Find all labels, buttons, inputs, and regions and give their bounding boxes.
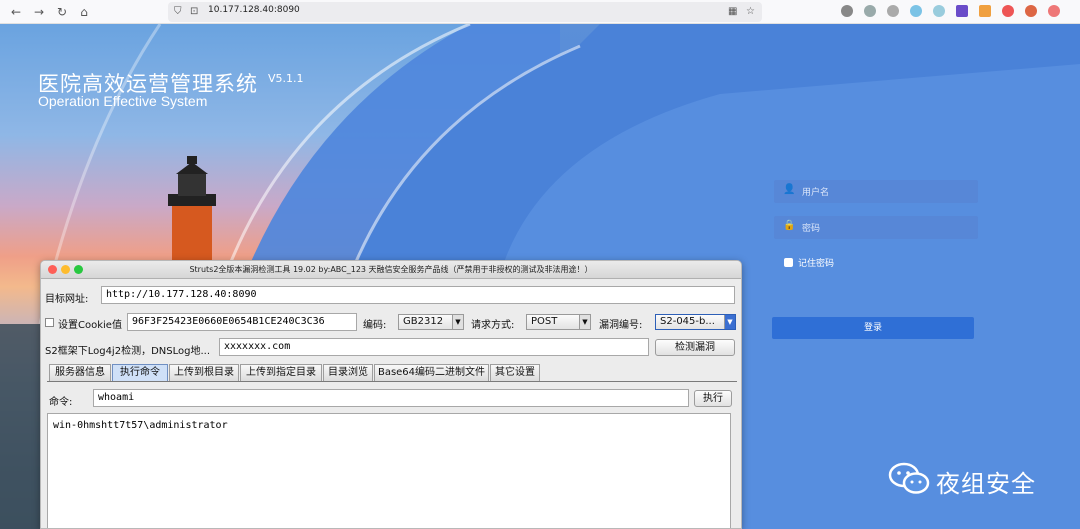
tab-execute-command[interactable]: 执行命令 xyxy=(112,364,168,381)
remember-password-checkbox[interactable] xyxy=(784,258,793,267)
address-bar[interactable]: ⛉ ⊡ 10.177.128.40:8090 ▦ ☆ xyxy=(168,2,762,22)
extension-circle-icon[interactable] xyxy=(910,5,922,17)
command-label: 命令: xyxy=(49,397,73,408)
login-button[interactable]: 登录 xyxy=(772,317,974,339)
vuln-id-label: 漏洞编号: xyxy=(599,320,643,331)
vuln-id-value: S2-045-b... xyxy=(660,316,715,327)
encoding-value: GB2312 xyxy=(403,316,444,327)
chevron-down-icon: ▼ xyxy=(724,315,735,329)
page-info-icon[interactable]: ⊡ xyxy=(190,6,198,17)
window-title: Struts2全版本漏洞检测工具 19.02 by:ABC_123 天融信安全服… xyxy=(189,265,593,274)
back-icon[interactable]: ← xyxy=(8,4,24,20)
method-select[interactable]: POST ▼ xyxy=(526,314,591,330)
extension-orange-icon[interactable] xyxy=(979,5,991,17)
cookie-input[interactable]: 96F3F25423E0660E0654B1CE240C3C36 xyxy=(127,313,357,331)
extension-link-icon[interactable] xyxy=(1048,5,1060,17)
tab-base64-encode[interactable]: Base64编码二进制文件 xyxy=(374,364,489,381)
extension-pin-icon[interactable] xyxy=(933,5,945,17)
wechat-icon xyxy=(888,462,930,494)
dnslog-label: S2框架下Log4j2检测，DNSLog地... xyxy=(45,346,210,357)
app-subtitle: Operation Effective System xyxy=(38,93,208,109)
command-input[interactable]: whoami xyxy=(93,389,689,407)
window-titlebar[interactable]: Struts2全版本漏洞检测工具 19.02 by:ABC_123 天融信安全服… xyxy=(41,261,741,279)
extension-crop-icon[interactable] xyxy=(864,5,876,17)
app-version: V5.1.1 xyxy=(268,72,304,85)
tab-upload-root[interactable]: 上传到根目录 xyxy=(169,364,239,381)
username-placeholder: 用户名 xyxy=(802,188,830,198)
lock-icon: 🔒 xyxy=(783,220,796,231)
reload-icon[interactable]: ↻ xyxy=(54,4,70,20)
cookie-value: 96F3F25423E0660E0654B1CE240C3C36 xyxy=(132,316,325,327)
target-url-label: 目标网址: xyxy=(45,294,89,305)
user-icon: 👤 xyxy=(783,184,796,195)
tab-directory-browse[interactable]: 目录浏览 xyxy=(323,364,373,381)
method-value: POST xyxy=(531,316,558,327)
chevron-down-icon: ▼ xyxy=(452,315,463,329)
execute-button[interactable]: 执行 xyxy=(694,390,732,407)
chevron-down-icon: ▼ xyxy=(579,315,590,329)
extension-chrome-icon[interactable] xyxy=(1002,5,1014,17)
tab-upload-directory[interactable]: 上传到指定目录 xyxy=(240,364,322,381)
dnslog-input[interactable]: xxxxxxx.com xyxy=(219,338,649,356)
extension-undo-icon[interactable] xyxy=(887,5,899,17)
home-icon[interactable]: ⌂ xyxy=(76,4,92,20)
url-text[interactable]: 10.177.128.40:8090 xyxy=(208,5,300,15)
struts2-tool-window: Struts2全版本漏洞检测工具 19.02 by:ABC_123 天融信安全服… xyxy=(40,260,742,529)
vuln-id-select[interactable]: S2-045-b... ▼ xyxy=(655,314,736,330)
qr-code-icon[interactable]: ▦ xyxy=(728,6,737,17)
username-input[interactable]: 👤 用户名 xyxy=(774,180,978,203)
command-output[interactable]: win-0hmshtt7t57\administrator xyxy=(47,413,731,528)
tab-other-settings[interactable]: 其它设置 xyxy=(490,364,540,381)
output-text: win-0hmshtt7t57\administrator xyxy=(53,420,228,431)
extension-gear-icon[interactable] xyxy=(1025,5,1037,17)
target-url-input[interactable]: http://10.177.128.40:8090 xyxy=(101,286,735,304)
tab-server-info[interactable]: 服务器信息 xyxy=(49,364,111,381)
shield-icon[interactable]: ⛉ xyxy=(174,6,182,17)
cookie-label: 设置Cookie值 xyxy=(58,320,122,331)
detect-vuln-button[interactable]: 检测漏洞 xyxy=(655,339,735,356)
encoding-label: 编码: xyxy=(363,320,387,331)
password-input[interactable]: 🔒 密码 xyxy=(774,216,978,239)
remember-password-label: 记住密码 xyxy=(798,259,835,269)
browser-toolbar: ← → ↻ ⌂ ⛉ ⊡ 10.177.128.40:8090 ▦ ☆ xyxy=(0,0,1080,24)
extension-help-icon[interactable] xyxy=(841,5,853,17)
extension-hex-icon[interactable] xyxy=(956,5,968,17)
bookmark-star-icon[interactable]: ☆ xyxy=(746,6,755,17)
encoding-select[interactable]: GB2312 ▼ xyxy=(398,314,464,330)
method-label: 请求方式: xyxy=(471,320,515,331)
cookie-checkbox[interactable] xyxy=(45,318,54,327)
watermark-text: 夜组安全 xyxy=(936,470,1036,498)
tab-divider xyxy=(47,381,737,382)
forward-icon[interactable]: → xyxy=(31,4,47,20)
password-placeholder: 密码 xyxy=(802,224,821,234)
